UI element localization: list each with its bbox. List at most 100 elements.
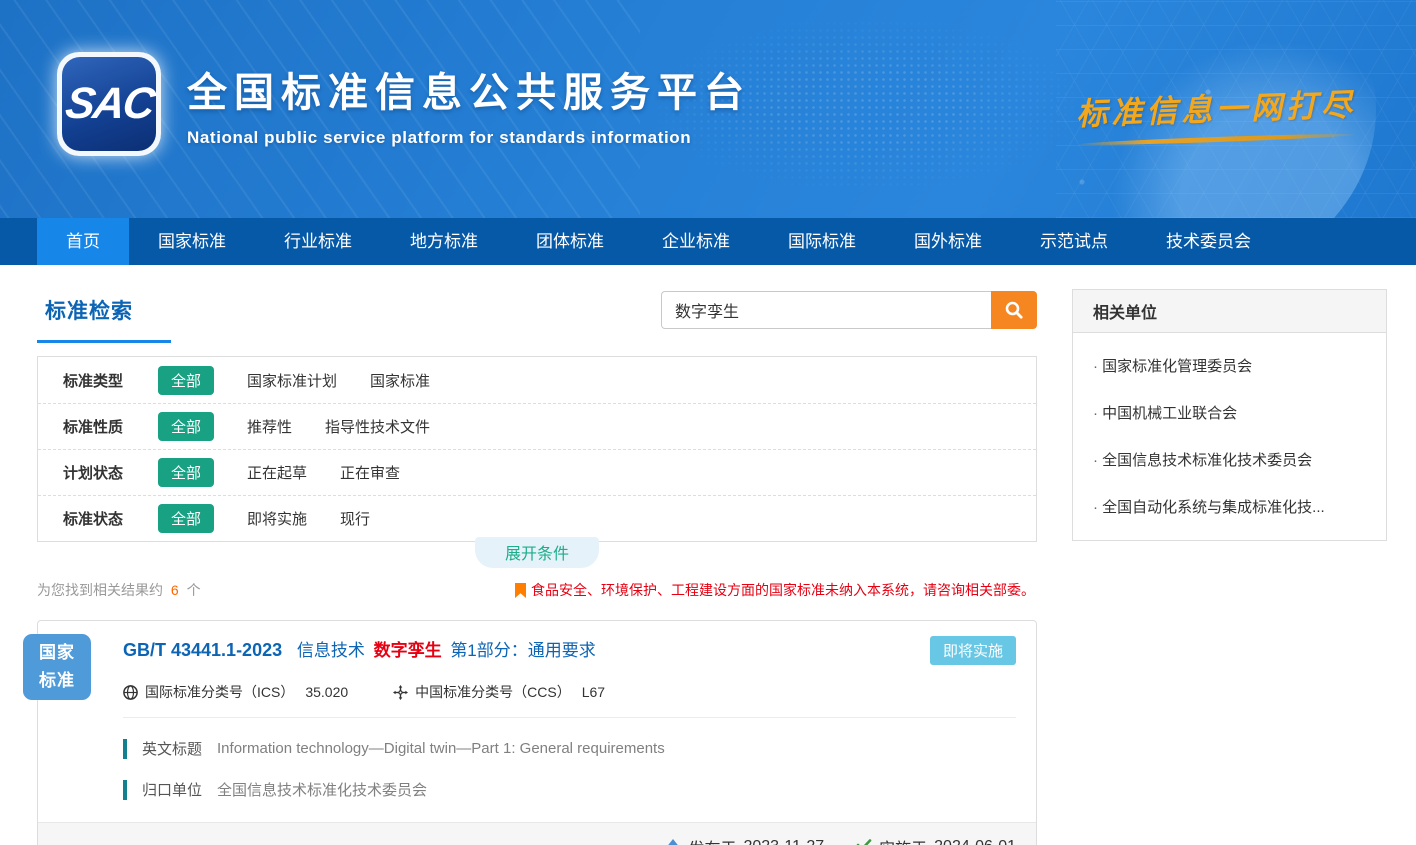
competent-unit-label: 归口单位: [142, 779, 202, 800]
main-column: 标准检索 标准类型 全部 国家标准计划 国家标准: [37, 289, 1037, 845]
standard-type-badge: 国家 标准: [23, 634, 91, 700]
standard-title-highlight: 数字孪生: [374, 641, 442, 660]
sac-logo-box: SAC: [62, 57, 156, 151]
filter-all-button[interactable]: 全部: [158, 504, 214, 533]
publish-upload-icon: [665, 839, 681, 845]
search-input[interactable]: [661, 291, 991, 329]
teal-bar-decoration: [123, 780, 127, 800]
nav-item-pilot-demo[interactable]: 示范试点: [1011, 218, 1137, 265]
compass-icon: [393, 685, 408, 700]
filter-option[interactable]: 即将实施: [247, 508, 307, 529]
filter-option[interactable]: 国家标准计划: [247, 370, 337, 391]
filter-all-button[interactable]: 全部: [158, 412, 214, 441]
header-slogan: 标准信息一网打尽: [1076, 84, 1356, 142]
filter-label: 标准类型: [63, 370, 158, 391]
nav-item-international-standard[interactable]: 国际标准: [759, 218, 885, 265]
related-unit-link[interactable]: 国家标准化管理委员会: [1073, 342, 1386, 389]
card-footer: 发布于 2023-11-27 实施于 2024-06-01: [38, 822, 1036, 845]
expand-conditions-button[interactable]: 展开条件: [475, 537, 599, 568]
competent-unit-value: 全国信息技术标准化技术委员会: [217, 779, 427, 800]
card-body: GB/T 43441.1-2023 信息技术 数字孪生 第1部分：通用要求 即将…: [38, 621, 1036, 822]
published-date-item: 发布于 2023-11-27: [665, 835, 824, 845]
site-title-group: 全国标准信息公共服务平台 National public service pla…: [187, 60, 751, 148]
content-area: 标准检索 标准类型 全部 国家标准计划 国家标准: [0, 265, 1416, 845]
related-unit-link[interactable]: 全国自动化系统与集成标准化技...: [1073, 483, 1386, 530]
site-title: 全国标准信息公共服务平台: [187, 60, 751, 118]
filter-label: 标准性质: [63, 416, 158, 437]
nav-item-group-standard[interactable]: 团体标准: [507, 218, 633, 265]
nav-item-technical-committee[interactable]: 技术委员会: [1137, 218, 1280, 265]
nav-item-industry-standard[interactable]: 行业标准: [255, 218, 381, 265]
nav-item-home[interactable]: 首页: [37, 218, 129, 265]
filter-all-button[interactable]: 全部: [158, 458, 214, 487]
card-divider: [123, 717, 1016, 718]
implemented-date: 2024-06-01: [934, 838, 1016, 845]
ics-label: 国际标准分类号（ICS）: [145, 682, 294, 702]
status-badge: 即将实施: [930, 636, 1016, 665]
nav-item-enterprise-standard[interactable]: 企业标准: [633, 218, 759, 265]
ccs-value: L67: [582, 684, 605, 700]
result-count-prefix: 为您找到相关结果约: [37, 582, 163, 598]
result-notice: 食品安全、环境保护、工程建设方面的国家标准未纳入本系统，请咨询相关部委。: [515, 580, 1035, 600]
filter-label: 计划状态: [63, 462, 158, 483]
result-notice-text: 食品安全、环境保护、工程建设方面的国家标准未纳入本系统，请咨询相关部委。: [531, 580, 1035, 600]
result-count: 为您找到相关结果约 6 个: [37, 580, 201, 600]
page-title: 标准检索: [37, 289, 171, 343]
standard-code: GB/T 43441.1-2023: [123, 640, 282, 660]
globe-icon: [123, 685, 138, 700]
related-unit-link[interactable]: 全国信息技术标准化技术委员会: [1073, 436, 1386, 483]
sac-logo-text: SAC: [62, 79, 156, 129]
ics-meta: 国际标准分类号（ICS） 35.020: [123, 682, 348, 702]
slogan-underline-decoration: [1078, 132, 1353, 147]
filter-option[interactable]: 国家标准: [370, 370, 430, 391]
filter-label: 标准状态: [63, 508, 158, 529]
filter-option[interactable]: 正在审查: [340, 462, 400, 483]
nav-item-national-standard[interactable]: 国家标准: [129, 218, 255, 265]
published-date: 2023-11-27: [743, 838, 824, 845]
related-units-list: 国家标准化管理委员会 中国机械工业联合会 全国信息技术标准化技术委员会 全国自动…: [1073, 333, 1386, 540]
result-meta-row: 为您找到相关结果约 6 个 食品安全、环境保护、工程建设方面的国家标准未纳入本系…: [37, 580, 1037, 600]
search-box: [661, 291, 1037, 329]
filter-all-button[interactable]: 全部: [158, 366, 214, 395]
result-count-suffix: 个: [187, 582, 201, 598]
implement-check-icon: [856, 839, 872, 845]
filter-panel: 标准类型 全部 国家标准计划 国家标准 标准性质 全部 推荐性 指导性技术文件 …: [37, 356, 1037, 542]
teal-bar-decoration: [123, 739, 127, 759]
related-unit-link[interactable]: 中国机械工业联合会: [1073, 389, 1386, 436]
filter-option[interactable]: 现行: [340, 508, 370, 529]
ccs-meta: 中国标准分类号（CCS） L67: [393, 682, 605, 702]
nav-item-foreign-standard[interactable]: 国外标准: [885, 218, 1011, 265]
filter-option[interactable]: 推荐性: [247, 416, 292, 437]
english-title-row: 英文标题 Information technology—Digital twin…: [123, 738, 1016, 759]
filter-option[interactable]: 指导性技术文件: [325, 416, 430, 437]
related-units-panel: 相关单位 国家标准化管理委员会 中国机械工业联合会 全国信息技术标准化技术委员会…: [1072, 289, 1387, 541]
standard-title-part2: 第1部分：通用要求: [450, 641, 595, 660]
type-badge-line2: 标准: [23, 667, 91, 695]
search-button[interactable]: [991, 291, 1037, 329]
site-subtitle: National public service platform for sta…: [187, 128, 751, 148]
implemented-label: 实施于: [879, 835, 927, 845]
slogan-text: 标准信息一网打尽: [1075, 79, 1356, 134]
main-nav: 首页 国家标准 行业标准 地方标准 团体标准 企业标准 国际标准 国外标准 示范…: [0, 218, 1416, 265]
filter-row-plan-status: 计划状态 全部 正在起草 正在审查: [38, 449, 1036, 495]
english-title-value: Information technology—Digital twin—Part…: [217, 740, 665, 757]
search-section: 标准检索: [37, 289, 1037, 343]
card-title-row: GB/T 43441.1-2023 信息技术 数字孪生 第1部分：通用要求 即将…: [123, 636, 1016, 665]
related-units-title: 相关单位: [1073, 290, 1386, 333]
standard-title-part1: 信息技术: [297, 641, 365, 660]
published-label: 发布于: [688, 835, 736, 845]
sac-logo: SAC: [57, 52, 161, 156]
card-meta-row: 国际标准分类号（ICS） 35.020: [123, 682, 1016, 702]
standard-title-link[interactable]: GB/T 43441.1-2023 信息技术 数字孪生 第1部分：通用要求: [123, 636, 596, 661]
sidebar: 相关单位 国家标准化管理委员会 中国机械工业联合会 全国信息技术标准化技术委员会…: [1072, 289, 1387, 845]
result-count-number: 6: [171, 582, 179, 598]
nav-item-local-standard[interactable]: 地方标准: [381, 218, 507, 265]
type-badge-line1: 国家: [23, 639, 91, 667]
page-header: SAC 全国标准信息公共服务平台 National public service…: [0, 0, 1416, 218]
filter-row-standard-type: 标准类型 全部 国家标准计划 国家标准: [38, 357, 1036, 403]
bookmark-icon: [515, 583, 526, 598]
filter-option[interactable]: 正在起草: [247, 462, 307, 483]
implemented-date-item: 实施于 2024-06-01: [856, 835, 1016, 845]
site-logo[interactable]: SAC 全国标准信息公共服务平台 National public service…: [57, 52, 751, 156]
result-card: 国家 标准 GB/T 43441.1-2023 信息技术 数字孪生 第1部分：通…: [37, 620, 1037, 845]
